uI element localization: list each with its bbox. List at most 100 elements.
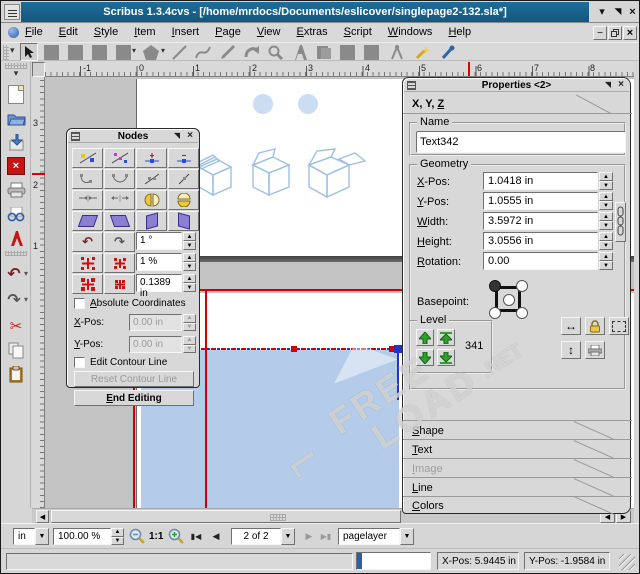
geo-rotation-field[interactable]: 0.00 bbox=[483, 252, 598, 270]
nodes-percent-field[interactable]: 1 % bbox=[136, 253, 182, 271]
tool-shape[interactable] bbox=[115, 44, 131, 60]
nodes-shear-up-button[interactable] bbox=[136, 211, 167, 231]
edit-contour-checkbox[interactable] bbox=[74, 357, 85, 368]
menu-windows[interactable]: Windows bbox=[380, 24, 441, 42]
zoom-out-button[interactable] bbox=[128, 527, 146, 545]
tool-table[interactable] bbox=[91, 44, 107, 60]
tool-eye-dropper[interactable] bbox=[439, 44, 457, 60]
zoom-percent-spinner[interactable] bbox=[111, 528, 124, 545]
nodes-close-curve-button[interactable] bbox=[104, 169, 135, 189]
nodes-title-bar[interactable]: Nodes bbox=[68, 130, 198, 143]
nodes-angle-spinner[interactable] bbox=[183, 232, 196, 250]
shape-dropdown-icon[interactable] bbox=[132, 46, 136, 55]
export-pdf-button[interactable] bbox=[5, 227, 27, 249]
redo-dropdown-icon[interactable] bbox=[24, 295, 28, 304]
spin-down-icon[interactable] bbox=[183, 283, 196, 292]
absolute-coordinates-checkbox[interactable] bbox=[74, 298, 85, 309]
tool-story-editor[interactable] bbox=[315, 44, 333, 60]
tool-copy-properties[interactable] bbox=[413, 44, 431, 60]
cut-button[interactable] bbox=[5, 315, 27, 337]
spin-up-icon[interactable] bbox=[183, 253, 196, 262]
tool-rotate[interactable] bbox=[243, 44, 261, 60]
geo-width-field[interactable]: 3.5972 in bbox=[483, 212, 598, 230]
undo-dropdown-icon[interactable] bbox=[24, 269, 28, 278]
tool-unlink-frames[interactable] bbox=[363, 44, 379, 60]
basepoint-top-right[interactable] bbox=[516, 280, 528, 292]
nodes-move-node-button[interactable] bbox=[72, 148, 103, 168]
link-width-height-button[interactable] bbox=[615, 202, 626, 242]
nodes-mirror-vertical-button[interactable] bbox=[168, 190, 199, 210]
lock-object-button[interactable] bbox=[585, 317, 605, 335]
nodes-open-curve-button[interactable] bbox=[72, 169, 103, 189]
basepoint-bottom-left[interactable] bbox=[489, 307, 501, 319]
end-editing-button[interactable]: End Editing bbox=[74, 390, 194, 406]
layer-combo-field[interactable]: pagelayer bbox=[338, 528, 400, 545]
titlebar-menu-down-icon[interactable] bbox=[595, 4, 609, 19]
title-bar[interactable]: Scribus 1.3.4cvs - [/home/mrdocs/Documen… bbox=[1, 1, 639, 23]
nodes-window-menu-icon[interactable] bbox=[71, 132, 80, 141]
menu-script[interactable]: Script bbox=[336, 24, 380, 42]
spin-down-icon[interactable] bbox=[183, 262, 196, 271]
basepoint-center[interactable] bbox=[503, 294, 515, 306]
save-document-button[interactable] bbox=[5, 131, 27, 153]
copy-button[interactable] bbox=[5, 339, 27, 361]
nodes-size-spinner[interactable] bbox=[183, 274, 196, 292]
tool-text-frame[interactable] bbox=[43, 44, 59, 60]
toolbar-drag-handle[interactable] bbox=[3, 45, 9, 60]
geo-width-spinner[interactable] bbox=[599, 212, 613, 230]
nodes-angle-field[interactable]: 1 ° bbox=[136, 232, 182, 250]
nodes-shrink-percent-button[interactable] bbox=[104, 253, 135, 273]
hscroll-thumb[interactable] bbox=[51, 510, 401, 523]
previous-page-button[interactable] bbox=[209, 529, 223, 543]
guide-vertical-red-mid[interactable] bbox=[205, 291, 207, 508]
lower-to-bottom-button[interactable] bbox=[437, 349, 455, 366]
nodes-reduce-size-button[interactable] bbox=[104, 274, 135, 294]
tab-line[interactable]: Line bbox=[403, 477, 632, 496]
mdi-minimize-button[interactable] bbox=[593, 26, 607, 40]
raise-level-button[interactable] bbox=[416, 329, 434, 346]
spin-up-icon[interactable] bbox=[183, 274, 196, 283]
close-document-button[interactable]: × bbox=[5, 155, 27, 177]
nodes-move-control-point-button[interactable] bbox=[104, 148, 135, 168]
menu-style[interactable]: Style bbox=[86, 24, 126, 42]
zoom-ratio-label[interactable]: 1:1 bbox=[149, 531, 163, 542]
drawing-boxes-wireframe[interactable] bbox=[195, 145, 395, 205]
ruler-origin-box[interactable] bbox=[32, 62, 45, 77]
print-document-button[interactable] bbox=[5, 179, 27, 201]
nodes-expand-percent-button[interactable] bbox=[72, 253, 103, 273]
nodes-shear-right-button[interactable] bbox=[104, 211, 135, 231]
tool-polygon[interactable] bbox=[142, 44, 160, 60]
undo-button[interactable] bbox=[5, 263, 23, 285]
nodes-shear-down-button[interactable] bbox=[168, 211, 199, 231]
spin-up-icon[interactable] bbox=[183, 232, 196, 241]
tool-freehand[interactable] bbox=[219, 44, 237, 60]
menu-page[interactable]: Page bbox=[207, 24, 249, 42]
window-menu-icon[interactable] bbox=[4, 4, 20, 20]
basepoint-widget[interactable] bbox=[487, 278, 531, 322]
nodes-shear-left-button[interactable] bbox=[72, 211, 103, 231]
tool-measurements[interactable] bbox=[389, 44, 405, 60]
text-flow-button[interactable] bbox=[609, 317, 629, 335]
layer-combo-dropdown[interactable] bbox=[400, 528, 414, 545]
properties-close-icon[interactable] bbox=[618, 79, 624, 90]
titlebar-shade-icon[interactable] bbox=[611, 4, 625, 19]
nodes-shade-icon[interactable] bbox=[174, 131, 180, 140]
hscroll-left-arrow[interactable] bbox=[36, 510, 49, 523]
nodes-rotate-ccw-button[interactable] bbox=[72, 232, 103, 252]
geo-xpos-spinner[interactable] bbox=[599, 172, 613, 190]
basepoint-bottom-right[interactable] bbox=[516, 307, 528, 319]
first-page-button[interactable]: ▮ bbox=[189, 529, 203, 543]
tool-bezier[interactable] bbox=[194, 44, 212, 60]
tool-link-frames[interactable] bbox=[339, 44, 355, 60]
menu-file[interactable]: File bbox=[17, 24, 51, 42]
geo-xpos-field[interactable]: 1.0418 in bbox=[483, 172, 598, 190]
geo-height-field[interactable]: 3.0556 in bbox=[483, 232, 598, 250]
nodes-add-node-button[interactable] bbox=[136, 148, 167, 168]
horizontal-ruler[interactable]: -1 0 1 2 3 4 5 6 7 8 bbox=[45, 62, 634, 77]
tool-select[interactable] bbox=[20, 43, 38, 61]
nodes-percent-spinner[interactable] bbox=[183, 253, 196, 271]
printing-enabled-button[interactable] bbox=[585, 341, 605, 359]
toolbar-overflow-icon[interactable] bbox=[10, 45, 15, 56]
page-combo-field[interactable]: 2 of 2 bbox=[231, 528, 281, 545]
flip-vertical-button[interactable] bbox=[561, 341, 581, 359]
